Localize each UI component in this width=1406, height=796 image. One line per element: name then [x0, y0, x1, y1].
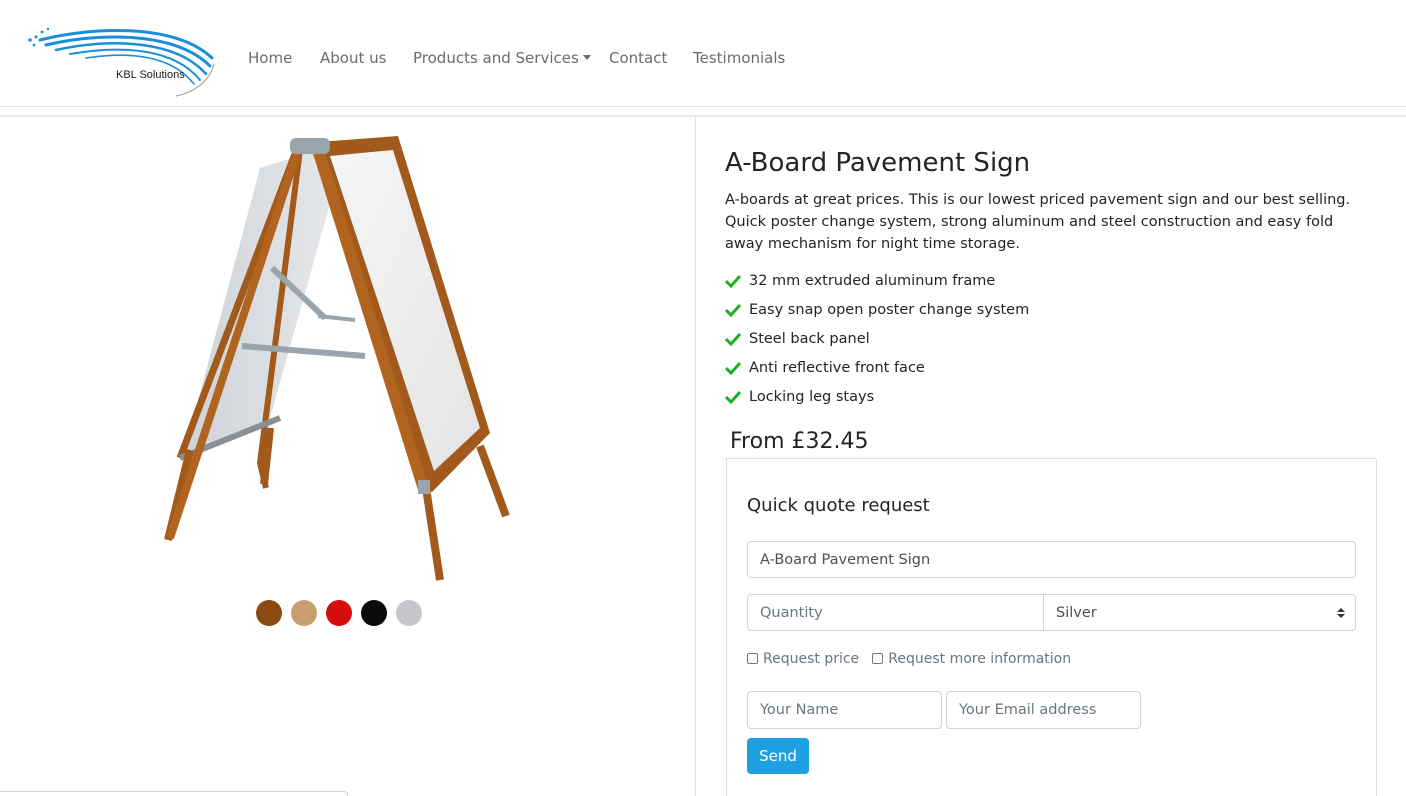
feature-item: Anti reflective front face	[725, 357, 1029, 386]
top-navbar: KBL Solutions Home About us Products and…	[0, 0, 1406, 116]
logo-text: KBL Solutions	[116, 69, 185, 81]
product-price: From £32.45	[730, 429, 869, 454]
check-icon	[725, 274, 741, 288]
feature-text: Anti reflective front face	[749, 360, 925, 376]
nav-about-us[interactable]: About us	[320, 49, 386, 67]
feature-text: Steel back panel	[749, 331, 870, 347]
brand-logo[interactable]: KBL Solutions	[26, 18, 218, 98]
check-icon	[725, 303, 741, 317]
request-info-label: Request more information	[888, 650, 1072, 667]
feature-text: Easy snap open poster change system	[749, 302, 1030, 318]
feature-item: Steel back panel	[725, 328, 1029, 357]
color-select[interactable]: Silver	[1043, 594, 1356, 631]
feature-item: Locking leg stays	[725, 386, 1029, 415]
request-options: Request price Request more information	[747, 649, 1079, 669]
column-divider	[695, 117, 696, 796]
feature-item: Easy snap open poster change system	[725, 299, 1029, 328]
logo-swoosh-icon	[28, 27, 215, 97]
swatch-black[interactable]	[361, 600, 387, 626]
product-image	[150, 128, 530, 593]
request-price-checkbox[interactable]: Request price	[747, 651, 859, 667]
feature-item: 32 mm extruded aluminum frame	[725, 270, 1029, 299]
header-divider	[0, 116, 1406, 117]
quote-form-title: Quick quote request	[747, 495, 930, 516]
swatch-red[interactable]	[326, 600, 352, 626]
caret-down-icon	[582, 55, 591, 60]
request-info-checkbox[interactable]: Request more information	[872, 651, 1071, 667]
nav-testimonials[interactable]: Testimonials	[693, 49, 785, 67]
color-select-value: Silver	[1056, 605, 1097, 621]
swatch-tan[interactable]	[291, 600, 317, 626]
email-input[interactable]	[946, 691, 1141, 729]
bottom-overlay-edge	[0, 791, 348, 796]
product-name-input[interactable]	[747, 541, 1356, 578]
request-price-label: Request price	[763, 650, 860, 667]
check-icon	[725, 390, 741, 404]
nav-home[interactable]: Home	[248, 49, 292, 67]
feature-text: Locking leg stays	[749, 389, 875, 405]
a-board-sign-image	[164, 136, 510, 581]
check-icon	[725, 332, 741, 346]
checkbox-box[interactable]	[872, 653, 884, 664]
select-arrows-icon	[1337, 608, 1345, 618]
product-description: A-boards at great prices. This is our lo…	[725, 192, 1351, 252]
feature-text: 32 mm extruded aluminum frame	[749, 273, 996, 289]
nav-contact[interactable]: Contact	[609, 49, 667, 67]
swatch-silver[interactable]	[396, 600, 422, 626]
nav-products-label: Products and Services	[413, 49, 579, 67]
checkbox-box[interactable]	[747, 653, 758, 664]
feature-list: 32 mm extruded aluminum frame Easy snap …	[725, 270, 1029, 415]
check-icon	[725, 361, 741, 375]
send-button[interactable]: Send	[747, 738, 809, 774]
nav-products-and-services[interactable]: Products and Services	[413, 49, 591, 67]
swatch-brown[interactable]	[256, 600, 282, 626]
quote-form-card: Quick quote request Silver Request price…	[726, 458, 1377, 796]
quantity-input[interactable]	[747, 594, 1044, 631]
name-input[interactable]	[747, 691, 942, 729]
product-title: A-Board Pavement Sign	[725, 148, 1031, 178]
